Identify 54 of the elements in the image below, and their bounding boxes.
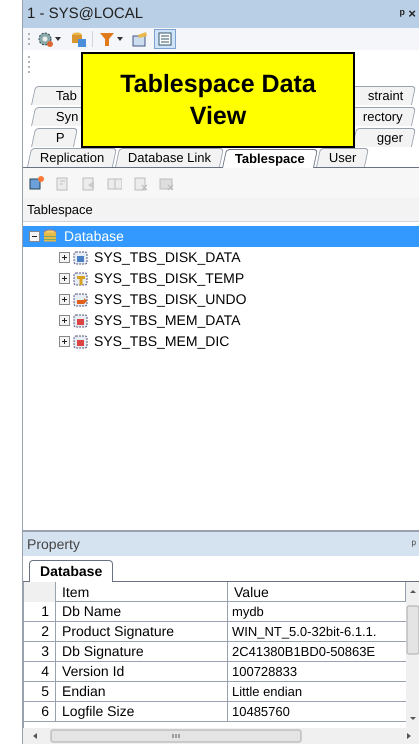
database-icon — [70, 31, 86, 47]
row-number: 5 — [24, 682, 56, 701]
tree-item[interactable]: SYS_TBS_DISK_UNDO — [23, 289, 419, 310]
pin-button[interactable]: ᵖ — [411, 535, 416, 553]
row-number: 4 — [24, 662, 56, 681]
delete-icon — [132, 175, 148, 191]
gears-icon — [37, 31, 53, 47]
tree-item[interactable]: SYS_TBS_DISK_TEMP — [23, 268, 419, 289]
tab[interactable]: Database — [29, 560, 114, 582]
table-cell-text: WIN_NT_5.0-32bit-6.1.1. — [231, 623, 378, 641]
table-cell-text: 2C41380B1BD0-50863E — [231, 643, 376, 661]
column-header: Tablespace — [27, 200, 93, 219]
table-cell: Logfile Size — [56, 702, 228, 721]
list-icon — [157, 31, 173, 47]
toolbar-grip-icon — [27, 31, 31, 47]
table-cell-text: 100728833 — [231, 663, 298, 681]
row-number: 1 — [24, 602, 56, 621]
row-number: 3 — [24, 642, 56, 661]
tree-item[interactable]: SYS_TBS_DISK_DATA — [23, 247, 419, 268]
expand-icon — [59, 336, 70, 347]
tree-item[interactable]: SYS_TBS_MEM_DATA — [23, 310, 419, 331]
expand-icon — [59, 315, 70, 326]
table-cell: Endian — [56, 682, 228, 701]
table-cell-text: mydb — [231, 603, 265, 621]
column-header: Item — [56, 582, 228, 602]
expand-icon — [59, 252, 70, 263]
properties-icon — [132, 31, 148, 47]
table-cell: Version Id — [56, 662, 228, 681]
table-cell-text: 10485760 — [231, 703, 291, 721]
expand-icon — [59, 273, 70, 284]
tab[interactable]: User — [316, 148, 370, 167]
tab[interactable]: Tablespace — [222, 149, 318, 168]
collapse-icon — [29, 231, 40, 242]
caret-icon — [117, 37, 123, 41]
table-cell: Db Name — [56, 602, 228, 621]
database-icon — [43, 228, 58, 244]
expand-icon — [59, 294, 70, 305]
tab[interactable]: P — [30, 128, 78, 147]
panel-title: Property — [27, 534, 80, 554]
tab[interactable]: Database Link — [115, 148, 224, 167]
row-number: 2 — [24, 622, 56, 641]
tab[interactable]: Replication — [26, 148, 118, 167]
toolbar-grip-icon — [27, 54, 31, 74]
table-cell: Db Signature — [56, 642, 228, 661]
toolbar-button[interactable] — [154, 29, 176, 49]
tree-item[interactable]: SYS_TBS_MEM_DIC — [23, 331, 419, 352]
annotation-tooltip: Tablespace Data View — [81, 52, 355, 148]
row-number: 6 — [24, 702, 56, 721]
table-cell-text: Little endian — [231, 683, 304, 701]
filter-icon — [99, 31, 115, 47]
window-title: 1 - SYS@LOCAL — [27, 4, 144, 24]
pin-close-buttons[interactable]: ᵖ × — [400, 4, 416, 24]
table-cell: Product Signature — [56, 622, 228, 641]
caret-icon — [55, 37, 61, 41]
